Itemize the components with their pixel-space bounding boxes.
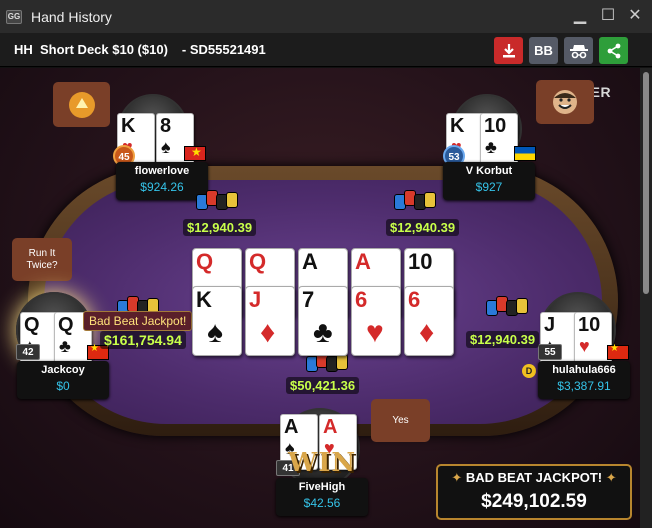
player-name: V Korbut: [465, 165, 513, 177]
jackpot-title: ✦ BAD BEAT JACKPOT! ✦: [451, 470, 617, 485]
window-title: Hand History: [31, 8, 112, 25]
title-bar: GG Hand History ▁ ☐ ✕: [0, 0, 652, 33]
download-icon: [502, 43, 515, 57]
nameplate-hulahula666[interactable]: hulahula666 $3,387.91: [538, 361, 630, 399]
maximize-button[interactable]: ☐: [595, 4, 621, 28]
emote-icon: [68, 91, 95, 118]
bet-amount-hulahula666: $12,940.39: [466, 331, 540, 348]
scrollbar-thumb[interactable]: [643, 72, 649, 294]
dealer-button: D: [522, 364, 536, 378]
star-icon: ✦: [451, 470, 463, 485]
player-name: Jackcoy: [41, 364, 85, 376]
board-card: K ♠: [192, 286, 242, 356]
player-stack: $924.26: [140, 180, 184, 194]
hand-id: - SD55521491: [181, 42, 266, 57]
minimize-button[interactable]: ▁: [567, 4, 593, 28]
player-stack: $0: [56, 379, 70, 393]
nameplate-vkorbut[interactable]: V Korbut $927: [443, 162, 535, 200]
table-area: GGPOKER Run It Twice? Yes K♥ 8♠ 45 ★ flo…: [0, 68, 640, 528]
board-card: 6 ♦: [404, 286, 454, 356]
china-flag-icon: ★: [607, 343, 629, 360]
chip-stack-icon: [394, 190, 436, 210]
ukraine-flag-icon: [514, 146, 536, 161]
nameplate-jackcoy[interactable]: Jackcoy $0: [17, 361, 109, 399]
level-badge: 42: [16, 344, 40, 360]
download-button[interactable]: [494, 37, 523, 64]
player-stack: $3,387.91: [557, 379, 611, 393]
pot-amount: $50,421.36: [286, 377, 360, 394]
board-card: 6 ♥: [351, 286, 401, 356]
incognito-icon: [569, 44, 588, 58]
vietnam-flag-icon: ★: [184, 145, 206, 161]
level-badge: 55: [538, 344, 562, 360]
bad-beat-jackpot-panel: ✦ BAD BEAT JACKPOT! ✦ $249,102.59: [436, 464, 632, 520]
nameplate-fivehigh[interactable]: FiveHigh $42.56: [276, 478, 368, 516]
bet-amount-flowerlove: $12,940.39: [183, 219, 257, 236]
bet-amount-jackcoy: $161,754.94: [100, 331, 186, 349]
scrollbar[interactable]: [640, 68, 652, 528]
app-logo-icon: GG: [6, 9, 22, 24]
bet-amount-vkorbut: $12,940.39: [386, 219, 460, 236]
hole-card: 10 ♣: [480, 113, 518, 165]
chip-stack-icon: [196, 190, 238, 210]
hand-title: HH Short Deck $10 ($10): [14, 42, 168, 57]
hand-info-bar: HH Short Deck $10 ($10) - SD55521491 BB: [0, 33, 652, 67]
win-label: WIN: [288, 448, 357, 478]
share-button[interactable]: [599, 37, 628, 64]
yes-bubble: Yes: [371, 399, 430, 442]
nameplate-flowerlove[interactable]: flowerlove $924.26: [116, 162, 208, 200]
player-name: FiveHigh: [298, 481, 346, 493]
board-card: J ♦: [245, 286, 295, 356]
player-stack: $927: [475, 180, 503, 194]
jackpot-amount: $249,102.59: [481, 491, 587, 512]
incognito-button[interactable]: [564, 37, 593, 64]
chip-stack-icon: [486, 296, 528, 316]
bad-beat-jackpot-tag: Bad Beat Jackpot!: [83, 311, 193, 331]
board-card: 7 ♣: [298, 286, 348, 356]
share-icon: [607, 43, 620, 58]
player-name: hulahula666: [552, 364, 616, 376]
run-it-twice-bubble: Run It Twice?: [12, 238, 72, 281]
bb-button[interactable]: BB: [529, 37, 558, 64]
star-icon: ✦: [605, 470, 617, 485]
emote-bubble-vkorbut: [536, 80, 594, 124]
player-name: flowerlove: [134, 165, 190, 177]
emote-face-icon: [553, 90, 577, 114]
player-stack: $42.56: [303, 496, 341, 510]
close-button[interactable]: ✕: [622, 4, 648, 28]
emote-bubble-flowerlove: [53, 82, 110, 127]
